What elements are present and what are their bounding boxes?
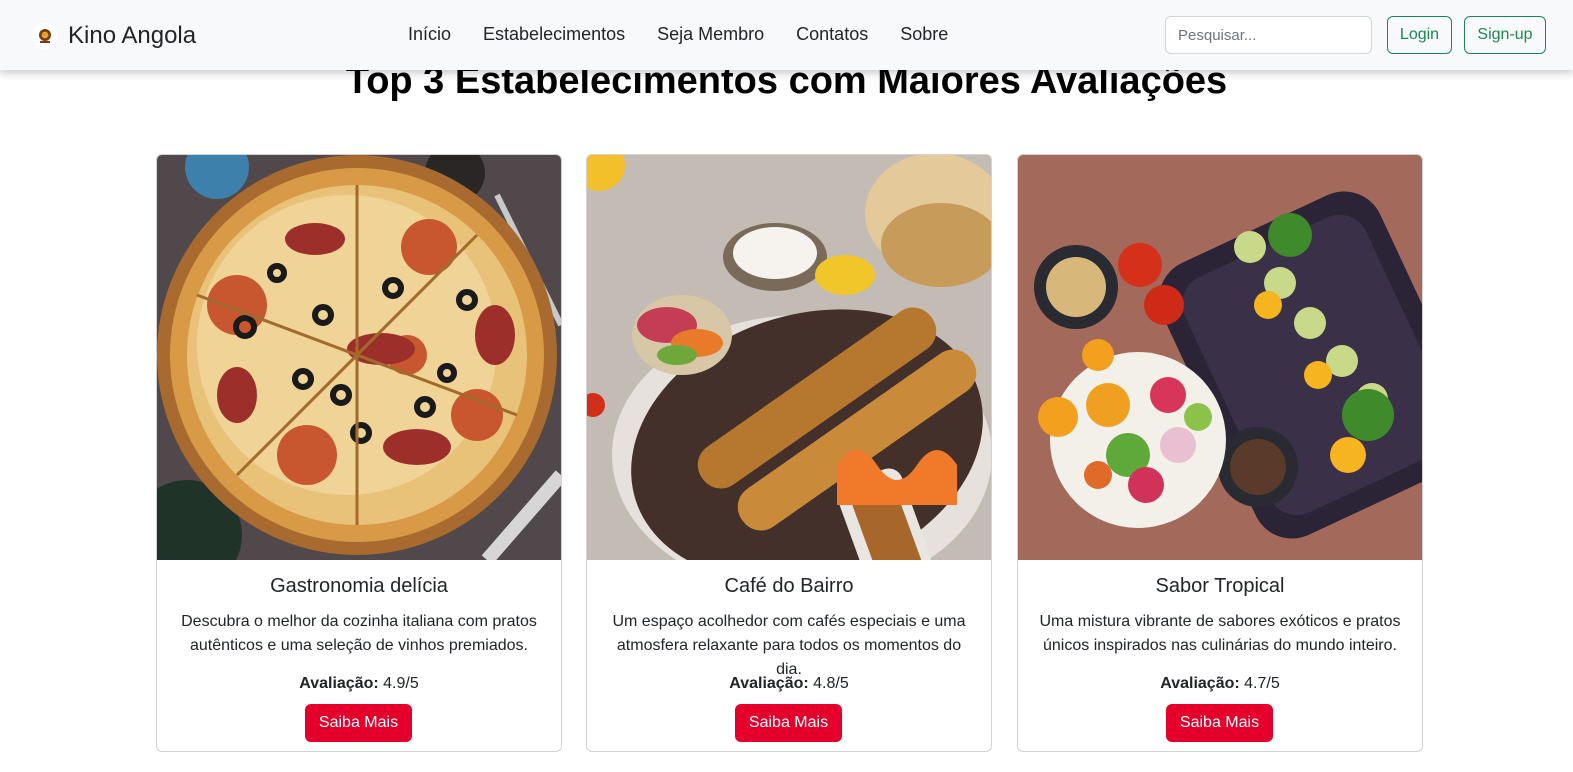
rating-label: Avaliação: <box>1160 675 1240 692</box>
rating-value: 4.9/5 <box>383 675 419 692</box>
nav-link-inicio[interactable]: Início <box>408 24 451 45</box>
rating-label: Avaliação: <box>729 675 809 692</box>
establishment-card: Café do Bairro Um espaço acolhedor com c… <box>586 154 992 752</box>
card-description: Um espaço acolhedor com cafés especiais … <box>612 613 966 678</box>
brand-name: Kino Angola <box>68 22 197 49</box>
card-rating: Avaliação: 4.7/5 <box>1018 675 1422 693</box>
brand-logo-icon <box>32 23 58 49</box>
nav-link-sobre[interactable]: Sobre <box>900 24 948 45</box>
establishment-card: Sabor Tropical Uma mistura vibrante de s… <box>1017 154 1423 752</box>
signup-button[interactable]: Sign-up <box>1464 16 1546 54</box>
rating-label: Avaliação: <box>299 675 379 692</box>
card-description: Descubra o melhor da cozinha italiana co… <box>181 613 537 654</box>
establishment-card: Gastronomia delícia Descubra o melhor da… <box>156 154 562 752</box>
rating-value: 4.7/5 <box>1244 675 1280 692</box>
tropical-salad-photo <box>1018 155 1422 560</box>
rating-value: 4.8/5 <box>813 675 849 692</box>
brand-link[interactable]: Kino Angola <box>32 20 196 52</box>
card-title: Café do Bairro <box>724 575 854 597</box>
search-input[interactable] <box>1165 16 1372 54</box>
nav-link-estabelecimentos[interactable]: Estabelecimentos <box>483 24 625 45</box>
navbar: Kino Angola Início Estabelecimentos Seja… <box>0 0 1573 70</box>
login-button[interactable]: Login <box>1387 16 1452 54</box>
saiba-mais-button[interactable]: Saiba Mais <box>1166 704 1273 742</box>
nav-link-seja-membro[interactable]: Seja Membro <box>657 24 764 45</box>
card-rating: Avaliação: 4.8/5 <box>587 675 991 693</box>
card-description: Uma mistura vibrante de sabores exóticos… <box>1039 613 1401 654</box>
nav-links: Início Estabelecimentos Seja Membro Cont… <box>408 24 948 45</box>
card-title: Sabor Tropical <box>1155 575 1285 597</box>
saiba-mais-button[interactable]: Saiba Mais <box>305 704 412 742</box>
pizza-photo <box>157 155 561 560</box>
kebab-platter-photo <box>587 155 991 560</box>
saiba-mais-button[interactable]: Saiba Mais <box>735 704 842 742</box>
card-title: Gastronomia delícia <box>270 575 448 597</box>
card-rating: Avaliação: 4.9/5 <box>157 675 561 693</box>
nav-link-contatos[interactable]: Contatos <box>796 24 868 45</box>
